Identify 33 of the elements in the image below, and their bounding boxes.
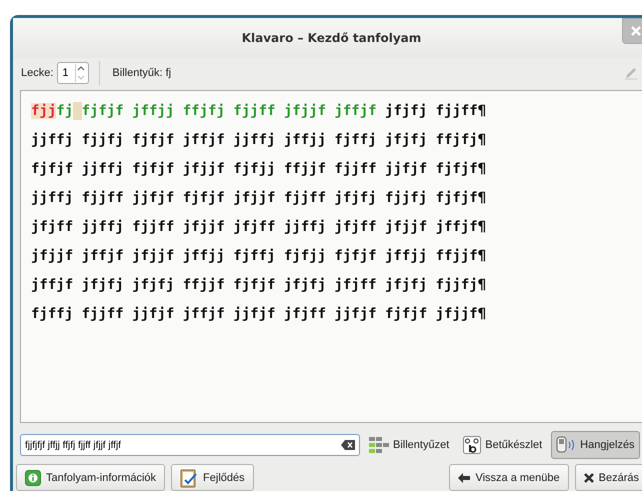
lesson-text-area[interactable] [20,90,642,423]
lesson-text: jffjf jfjfj jfjfj ffjjf fjfjf jfjfj jfjff jfjfj fjjfj¶ [31,277,486,293]
close-button[interactable]: Bezárás [574,464,642,491]
arrow-left-icon [458,472,470,482]
lesson-text: fjfjf jjffj fjfjf jfjjf fjfjj ffjjf fjjff jjfjf fjfjf¶ [31,161,486,177]
font-toggle-button[interactable]: Betűkészlet [458,431,548,459]
keyboard-icon [369,437,389,453]
info-button[interactable]: Tanfolyam-információk [16,464,166,491]
clipboard-check-icon [180,468,198,488]
lesson-label: Lecke: [21,67,54,79]
speaker-icon [556,436,576,454]
info-icon [25,470,41,486]
lesson-text: jfjjf jffjf jfjjf jffjj fjffj fjfjj fjfjf jffjj ffjjf¶ [31,248,486,264]
clear-icon[interactable] [341,440,355,450]
back-button[interactable]: Vissza a menübe [449,464,569,491]
keys-label: Billentyűk: fj [112,67,172,79]
progress-button[interactable]: Fejlődés [171,464,254,491]
sound-toggle-button[interactable]: Hangjelzés [551,431,640,459]
typing-input-field[interactable]: fjjfjfjf jffjj ffjfj fjjff jfjjf jffjf [20,434,360,456]
lesson-spinner[interactable]: 1 [57,62,90,84]
font-icon [463,436,482,454]
lesson-text: fjfjf jffjj ffjfj fjjff jfjjf jffjf [82,103,377,119]
lesson-text: jjffj fjjfj fjfjf jffjf jjffj jffjj fjffj jfjfj ffjfj¶ [31,132,486,148]
lesson-text: jfjfj fjjff¶ [384,103,486,119]
lesson-text: jjffj fjjff jjfjf fjfjf jfjjf fjjff jfjfj fjjfj fjfjf¶ [31,190,486,206]
lesson-text: fj [56,103,74,119]
keyboard-toggle-button[interactable]: Billentyűzet [364,432,454,458]
lesson-text: fjffj fjjff jjfjf jffjf jjfjf jfjff jjfjf fjfjf jfjjf¶ [31,306,486,322]
lesson-text: jfjff jjffj fjjff jfjjf jfjff jjffj jfjff jfjjf jffjf¶ [31,219,486,235]
lesson-text: fjj [31,103,56,119]
close-icon [631,26,641,36]
close-icon [584,472,594,482]
window-title: Klavaro – Kezdő tanfolyam [242,31,422,45]
